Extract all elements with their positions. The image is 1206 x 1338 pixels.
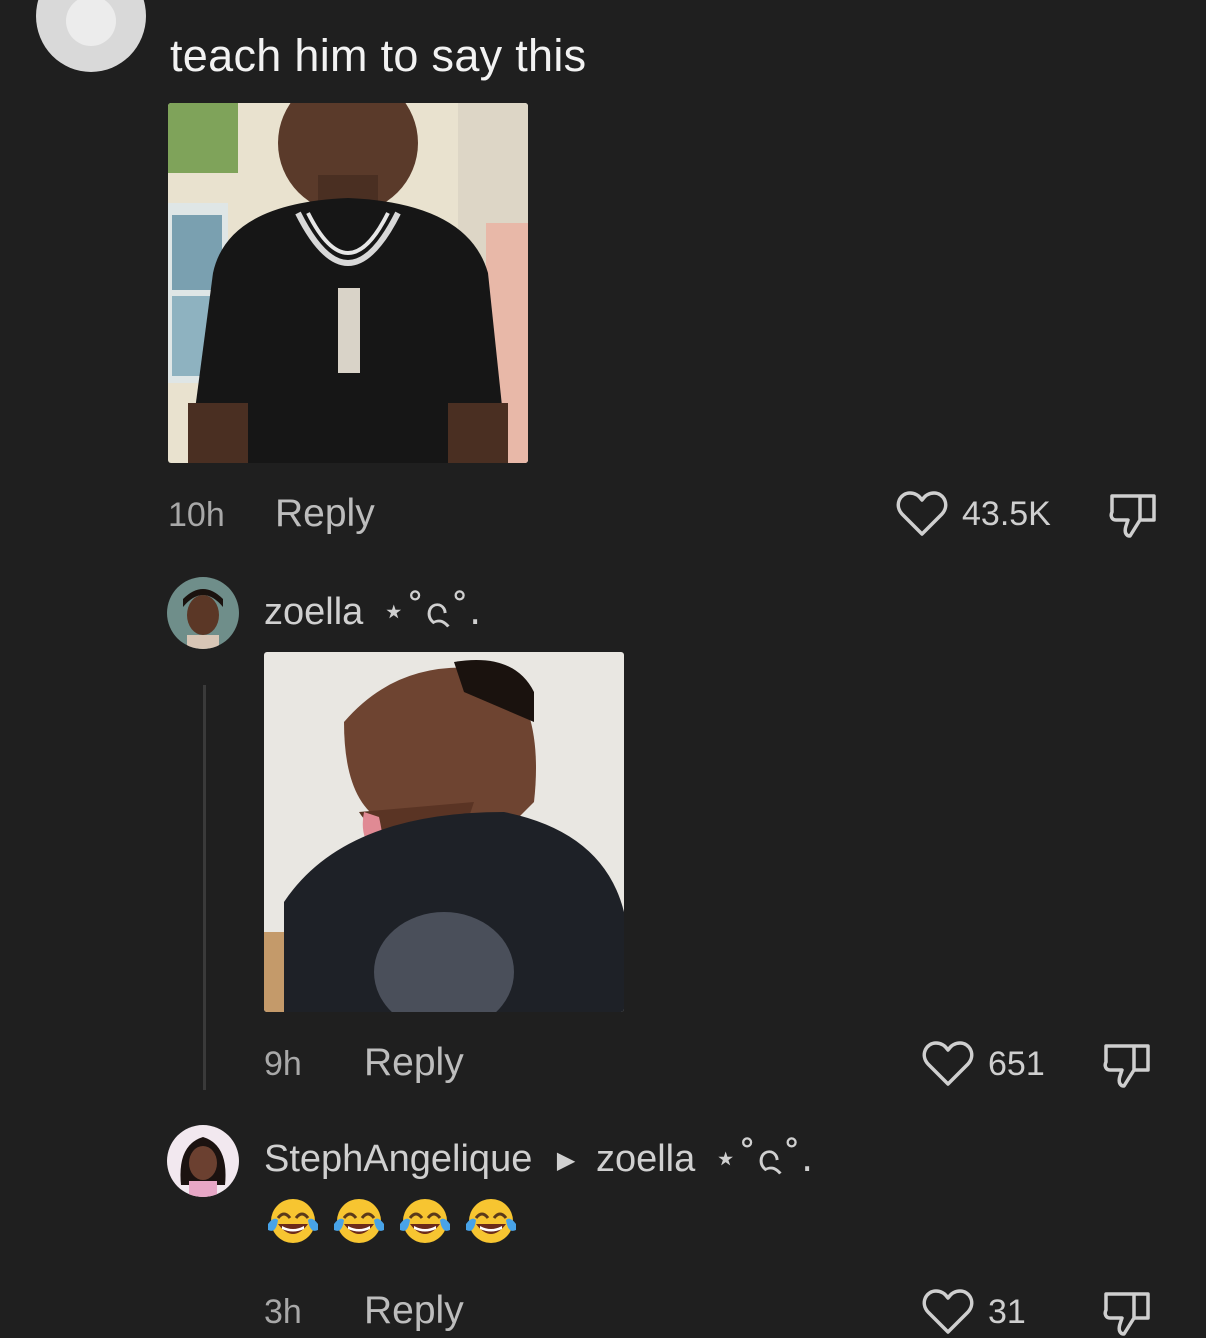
dislike-button[interactable]	[1102, 1040, 1154, 1090]
reply-timestamp: 3h	[264, 1293, 302, 1331]
username-text[interactable]: StephAngelique	[264, 1138, 532, 1180]
face-with-tears-of-joy-icon	[400, 1199, 450, 1243]
avatar[interactable]	[167, 1125, 239, 1197]
reply-to-decoration: ⋆˚ᨶ˚.	[713, 1136, 814, 1180]
thread-line	[203, 685, 206, 1090]
avatar[interactable]	[167, 577, 239, 649]
username-text[interactable]: zoella	[264, 591, 363, 633]
caret-right-icon: ▶	[556, 1147, 576, 1175]
reply-button[interactable]: Reply	[364, 1289, 464, 1333]
dislike-button[interactable]	[1102, 1288, 1154, 1338]
like-button[interactable]	[922, 1040, 974, 1088]
reply-timestamp: 9h	[264, 1045, 302, 1083]
username-decoration: ⋆˚ᨶ˚.	[381, 589, 482, 633]
reply-to-username[interactable]: zoella	[596, 1138, 695, 1180]
reply-image[interactable]	[264, 652, 624, 1012]
dislike-button[interactable]	[1108, 490, 1160, 540]
face-with-tears-of-joy-icon	[466, 1199, 516, 1243]
reply-button[interactable]: Reply	[364, 1041, 464, 1085]
comment-text: teach him to say this	[170, 30, 587, 81]
like-button[interactable]	[922, 1288, 974, 1336]
like-button[interactable]	[896, 490, 948, 538]
heart-outline-icon	[922, 1041, 974, 1086]
comment-image[interactable]	[168, 103, 528, 463]
face-with-tears-of-joy-icon	[334, 1199, 384, 1243]
like-count: 31	[988, 1293, 1026, 1331]
thumbs-down-outline-icon	[1103, 1292, 1150, 1336]
heart-outline-icon	[896, 491, 948, 536]
reply-header: StephAngelique ▶ zoella ⋆˚ᨶ˚.	[264, 1130, 813, 1191]
face-with-tears-of-joy-icon	[268, 1199, 318, 1243]
comment-timestamp: 10h	[168, 496, 225, 534]
avatar[interactable]	[36, 0, 146, 72]
comment-emojis	[266, 1196, 518, 1246]
username: zoella ⋆˚ᨶ˚.	[264, 583, 481, 644]
thumbs-down-outline-icon	[1109, 494, 1156, 538]
like-count: 651	[988, 1045, 1045, 1083]
reply-button[interactable]: Reply	[275, 492, 375, 536]
like-count: 43.5K	[962, 495, 1051, 533]
heart-outline-icon	[922, 1289, 974, 1334]
thumbs-down-outline-icon	[1103, 1044, 1150, 1088]
